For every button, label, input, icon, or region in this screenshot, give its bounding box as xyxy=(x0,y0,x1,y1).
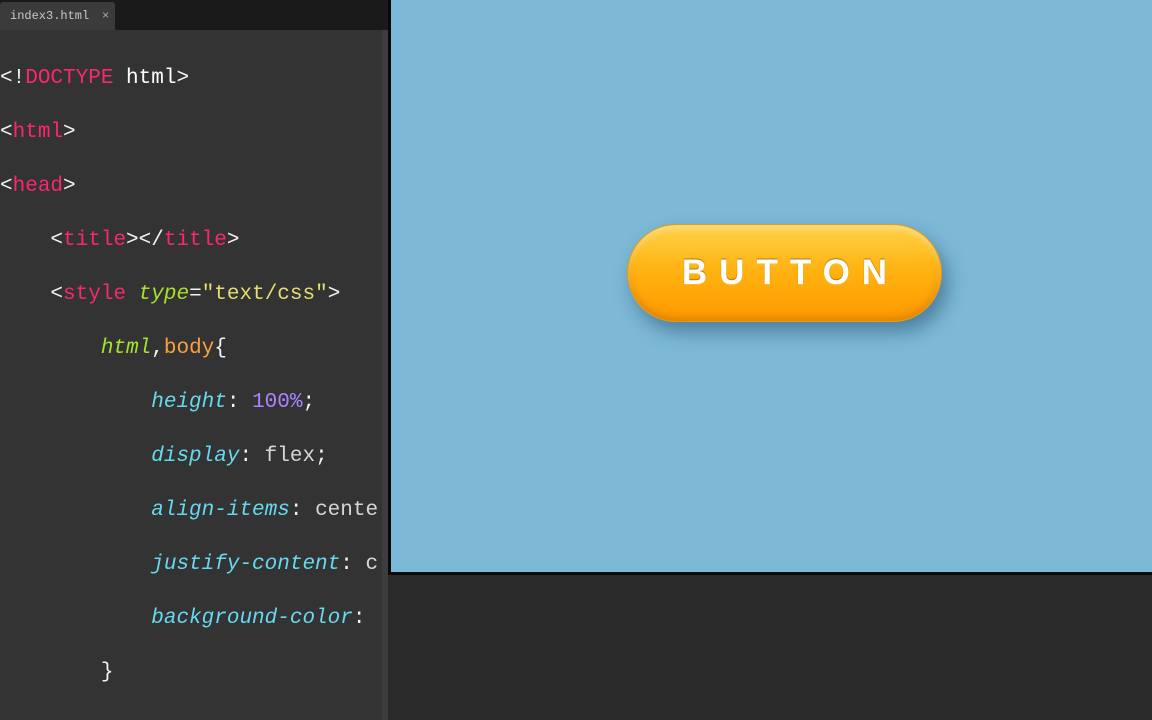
code-text: "text/css" xyxy=(202,283,328,306)
code-text: 100% xyxy=(252,391,302,414)
code-text: <! xyxy=(0,67,25,90)
code-text: html xyxy=(13,121,63,144)
code-text: html xyxy=(101,337,151,360)
code-text xyxy=(0,445,151,468)
code-text: DOCTYPE xyxy=(25,67,113,90)
code-text: ; xyxy=(315,445,328,468)
code-text: style xyxy=(63,283,126,306)
code-text xyxy=(0,499,151,522)
code-text: } xyxy=(101,661,114,684)
code-text: background-color xyxy=(151,607,353,630)
code-text xyxy=(0,553,151,576)
code-text xyxy=(0,661,101,684)
code-text: > xyxy=(328,283,341,306)
code-text xyxy=(0,391,151,414)
code-text: > xyxy=(63,121,76,144)
code-text: flex xyxy=(265,445,315,468)
code-text: ; xyxy=(303,391,316,414)
code-text: : xyxy=(353,607,378,630)
tab-index3[interactable]: index3.html × xyxy=(0,2,115,30)
code-text: > xyxy=(227,229,240,252)
code-text xyxy=(0,283,50,306)
code-text: < xyxy=(50,283,63,306)
code-text: > xyxy=(63,175,76,198)
code-editor[interactable]: <!DOCTYPE html> <html> <head> <title></t… xyxy=(0,30,388,720)
code-text: align-items xyxy=(151,499,290,522)
code-text: : xyxy=(290,499,315,522)
code-text: : xyxy=(239,445,264,468)
code-text: , xyxy=(151,337,164,360)
code-text: < xyxy=(0,175,13,198)
demo-button[interactable]: BUTTON xyxy=(627,224,942,322)
close-icon[interactable]: × xyxy=(102,9,109,23)
code-text: > xyxy=(176,67,189,90)
code-text: type xyxy=(139,283,189,306)
code-text: c xyxy=(365,553,378,576)
code-text: cente xyxy=(315,499,378,522)
code-text xyxy=(0,337,101,360)
tab-bar: index3.html × xyxy=(0,0,388,30)
code-text: html xyxy=(113,67,176,90)
code-text: = xyxy=(189,283,202,306)
code-text: title xyxy=(63,229,126,252)
code-text: > xyxy=(126,229,139,252)
code-text xyxy=(0,229,50,252)
code-text: justify-content xyxy=(151,553,340,576)
code-text: </ xyxy=(139,229,164,252)
tab-filename: index3.html xyxy=(10,9,89,23)
code-text: { xyxy=(214,337,227,360)
code-text: title xyxy=(164,229,227,252)
code-text: body xyxy=(164,337,214,360)
code-text: < xyxy=(0,121,13,144)
code-text: < xyxy=(50,229,63,252)
code-text xyxy=(0,607,151,630)
code-text xyxy=(126,283,139,306)
preview-window: BUTTON xyxy=(388,0,1152,575)
code-text: : xyxy=(227,391,252,414)
code-text: head xyxy=(13,175,63,198)
preview-viewport: BUTTON xyxy=(397,0,1152,566)
code-text: display xyxy=(151,445,239,468)
code-text: height xyxy=(151,391,227,414)
code-text: : xyxy=(340,553,365,576)
